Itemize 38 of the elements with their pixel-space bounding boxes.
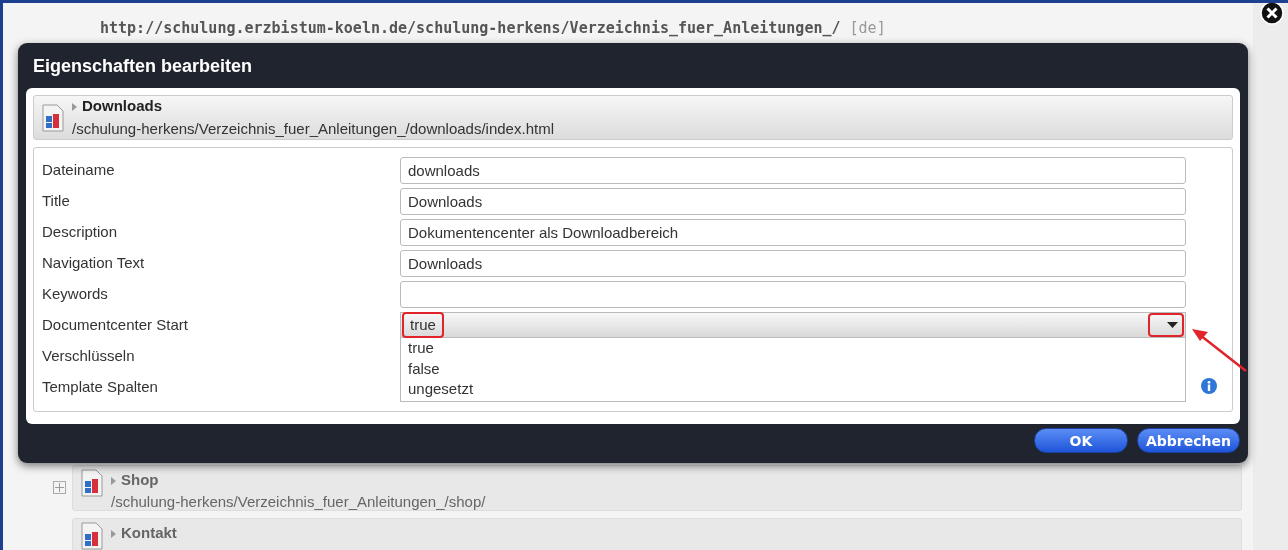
- ok-button[interactable]: OK: [1034, 428, 1128, 453]
- document-icon: [42, 103, 64, 132]
- cancel-button[interactable]: Abbrechen: [1137, 428, 1240, 453]
- field-label: Navigation Text: [42, 253, 146, 273]
- item-title: Shop: [121, 470, 159, 488]
- page-url: http://schulung.erzbistum-koeln.de/schulung-herkens/Verzeichnis_fuer_Anleitungen_/ [de]: [100, 18, 887, 39]
- caret-icon: [1167, 322, 1178, 328]
- dialog-title: Eigenschaften bearbeiten: [32, 55, 254, 78]
- input-field[interactable]: Downloads: [400, 250, 1186, 277]
- field-label: Dateiname: [42, 160, 116, 180]
- tree-item[interactable]: Kontakt: [72, 517, 1242, 550]
- field-label: Documentcenter Start: [42, 315, 189, 335]
- expand-arrow-icon[interactable]: [72, 103, 77, 112]
- expand-icon[interactable]: [53, 481, 66, 494]
- field-label: Verschlüsseln: [42, 346, 136, 366]
- input-field[interactable]: Dokumentencenter als Downloadbereich: [400, 219, 1186, 246]
- item-title: Kontakt: [121, 523, 177, 541]
- field-label: Template Spalten: [42, 377, 159, 397]
- select-field[interactable]: true: [400, 312, 1186, 338]
- document-icon: [81, 521, 103, 550]
- dropdown-option[interactable]: true: [408, 338, 1178, 359]
- document-icon: [81, 468, 103, 497]
- expand-arrow-icon[interactable]: [111, 529, 116, 538]
- close-icon[interactable]: [1260, 3, 1284, 25]
- dropdown-option[interactable]: ungesetzt: [408, 379, 1178, 400]
- field-label: Keywords: [42, 284, 109, 304]
- page-title: Downloads: [82, 97, 162, 114]
- item-path: /schulung-herkens/Verzeichnis_fuer_Anleitungen_/shop/: [111, 492, 486, 512]
- field-label: Description: [42, 222, 119, 242]
- input-field[interactable]: Downloads: [400, 188, 1186, 215]
- expand-arrow-icon[interactable]: [111, 476, 116, 485]
- tree-item[interactable]: Shop /schulung-herkens/Verzeichnis_fuer_Anleitungen_/shop/: [72, 464, 1242, 511]
- dropdown-option[interactable]: false: [408, 358, 1178, 379]
- input-field[interactable]: [400, 281, 1186, 308]
- input-field[interactable]: downloads: [400, 157, 1186, 184]
- field-label: Title: [42, 191, 71, 211]
- page-path: /schulung-herkens/Verzeichnis_fuer_Anleitungen_/downloads/index.html: [72, 118, 554, 139]
- info-icon[interactable]: [1200, 378, 1217, 394]
